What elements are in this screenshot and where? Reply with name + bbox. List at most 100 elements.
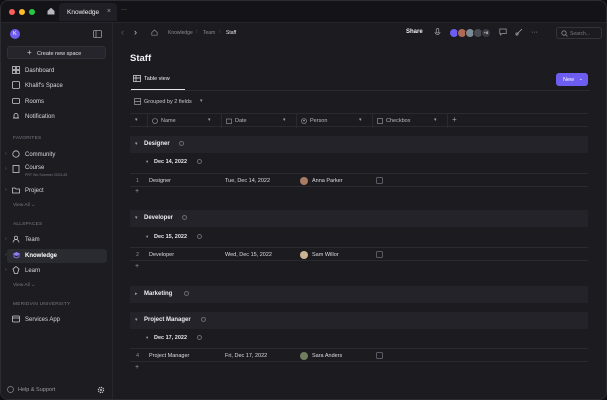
- table-row[interactable]: 1 Designer Tue, Dec 14, 2022 Anna Parker: [130, 173, 588, 187]
- avatar-count-badge[interactable]: +8: [481, 28, 491, 38]
- close-icon[interactable]: ×: [107, 8, 111, 15]
- sidebar-item-label: Knowledge: [25, 253, 58, 259]
- help-support-link[interactable]: Help & Support: [7, 385, 87, 395]
- chevron-right-icon[interactable]: ›: [5, 267, 7, 273]
- sidebar-item-knowledge[interactable]: › Knowledge: [5, 249, 107, 263]
- row-checkbox[interactable]: [376, 352, 383, 359]
- row-number: 1: [136, 178, 140, 184]
- home-icon[interactable]: [46, 6, 56, 16]
- group-header-project-manager[interactable]: ▾ Project Manager: [130, 312, 588, 329]
- more-icon[interactable]: ···: [530, 28, 539, 37]
- top-bar: ‹ › Knowledge / Team / Staff Share +8 ··…: [113, 23, 606, 43]
- info-icon: [178, 215, 187, 221]
- new-button[interactable]: New ⌄: [556, 73, 588, 86]
- cell-person[interactable]: Sara Anders: [312, 353, 342, 359]
- sidebar-item-sublabel: PRT Wo Summer 2023-45: [25, 173, 68, 177]
- grouped-by-dropdown[interactable]: Grouped by 2 fields ▾: [130, 95, 210, 108]
- row-checkbox[interactable]: [376, 251, 383, 258]
- subgroup-header[interactable]: ▾ Dec 17, 2022: [130, 331, 588, 345]
- column-header-date[interactable]: Date ▾: [221, 114, 296, 128]
- workspace-avatar[interactable]: K: [10, 29, 20, 39]
- allspaces-heading: ALLSPACES: [13, 222, 43, 227]
- sidebar-item-services-app[interactable]: Services App: [7, 313, 107, 327]
- cell-date[interactable]: Fri, Dec 17, 2022: [225, 353, 267, 359]
- chevron-right-icon[interactable]: ›: [5, 166, 7, 172]
- chevron-right-icon[interactable]: ›: [5, 236, 7, 242]
- select-all-chevron-icon[interactable]: ▾: [135, 117, 138, 123]
- more-icon[interactable]: ···: [121, 7, 127, 13]
- microphone-icon[interactable]: [433, 28, 442, 37]
- comment-icon[interactable]: [498, 28, 507, 37]
- row-checkbox[interactable]: [376, 177, 383, 184]
- close-window-button[interactable]: [9, 9, 15, 15]
- cell-person[interactable]: Sam Willor: [312, 252, 339, 258]
- divider: [130, 90, 590, 91]
- group-icon: [134, 98, 141, 107]
- table-row[interactable]: 2 Developer Wed, Dec 15, 2022 Sam Willor: [130, 247, 588, 261]
- chevron-right-icon[interactable]: ›: [5, 252, 7, 258]
- add-column-button[interactable]: +: [452, 115, 457, 124]
- sidebar-item-course[interactable]: › Course PRT Wo Summer 2023-45: [5, 163, 107, 180]
- group-title: Marketing: [144, 291, 173, 297]
- cell-person[interactable]: Anna Parker: [312, 178, 343, 184]
- breadcrumb-knowledge[interactable]: Knowledge: [168, 30, 193, 36]
- cell-date[interactable]: Tue, Dec 14, 2022: [225, 178, 270, 184]
- subgroup-header[interactable]: ▾ Dec 14, 2022: [130, 155, 588, 169]
- chevron-down-icon: ▾: [135, 215, 138, 221]
- minimize-window-button[interactable]: [19, 9, 25, 15]
- add-row-button[interactable]: +: [135, 188, 139, 195]
- home-icon[interactable]: [151, 29, 158, 38]
- column-header-name[interactable]: Name ▾: [147, 114, 221, 128]
- tab-knowledge[interactable]: Knowledge ×: [59, 3, 117, 21]
- collapse-sidebar-icon[interactable]: [93, 30, 102, 40]
- sidebar-item-rooms[interactable]: Rooms: [7, 95, 107, 109]
- cell-name[interactable]: Developer: [149, 252, 174, 258]
- chevron-right-icon[interactable]: ›: [5, 187, 7, 193]
- cell-name[interactable]: Designer: [149, 178, 171, 184]
- breadcrumb-team[interactable]: Team: [203, 30, 215, 36]
- course-icon: [11, 165, 21, 175]
- sidebar-item-learn[interactable]: › Learn: [5, 264, 107, 278]
- maximize-window-button[interactable]: [29, 9, 35, 15]
- info-icon: [175, 141, 184, 147]
- settings-gear-icon[interactable]: [97, 386, 105, 396]
- chevron-down-icon: ▾: [135, 141, 138, 147]
- back-arrow-icon[interactable]: ‹: [121, 27, 124, 37]
- group-header-marketing[interactable]: ▸ Marketing: [130, 286, 588, 303]
- cell-date[interactable]: Wed, Dec 15, 2022: [225, 252, 272, 258]
- row-number: 4: [136, 353, 140, 359]
- add-row-button[interactable]: +: [135, 364, 139, 371]
- view-all-favorites-link[interactable]: View All ⌄: [13, 203, 35, 208]
- caret-down-icon: ▾: [434, 117, 437, 123]
- chevron-down-icon: ▾: [146, 234, 149, 239]
- add-row-button[interactable]: +: [135, 263, 139, 270]
- group-header-designer[interactable]: ▾ Designer: [130, 136, 588, 153]
- link-icon[interactable]: [514, 28, 523, 37]
- sidebar-item-dashboard[interactable]: Dashboard: [7, 64, 107, 78]
- chevron-down-icon: ▾: [135, 317, 138, 323]
- meridian-heading: MERIDIAN UNIVERSITY: [13, 302, 71, 307]
- table-row[interactable]: 4 Project Manager Fri, Dec 17, 2022 Sara…: [130, 348, 588, 362]
- checkbox-icon: [377, 118, 383, 126]
- group-header-developer[interactable]: ▾ Developer: [130, 210, 588, 227]
- cell-name[interactable]: Project Manager: [149, 353, 189, 359]
- forward-arrow-icon[interactable]: ›: [134, 27, 137, 37]
- avatar: [300, 351, 308, 360]
- search-input[interactable]: Search...: [556, 27, 602, 39]
- breadcrumb-staff: Staff: [226, 30, 237, 36]
- sidebar-item-label: Notification: [25, 114, 55, 120]
- share-button[interactable]: Share: [406, 29, 423, 35]
- column-header-person[interactable]: Person ▾: [296, 114, 372, 128]
- sidebar-item-project[interactable]: › Project: [5, 184, 107, 198]
- sidebar-item-team[interactable]: › Team: [5, 233, 107, 247]
- row-number: 2: [136, 252, 140, 258]
- sidebar-item-khalifs-space[interactable]: Khalif's Space: [7, 79, 107, 93]
- view-all-allspaces-link[interactable]: View All ⌄: [13, 283, 35, 288]
- sidebar-item-community[interactable]: › Community: [5, 148, 107, 162]
- chevron-right-icon[interactable]: ›: [5, 151, 7, 157]
- subgroup-header[interactable]: ▾ Dec 15, 2022: [130, 230, 588, 244]
- sidebar-item-notification[interactable]: Notification: [7, 110, 107, 124]
- sidebar-item-label: Team: [25, 237, 40, 243]
- column-header-checkbox[interactable]: Checkbox ▾: [372, 114, 447, 128]
- create-new-space-button[interactable]: + Create new space: [7, 46, 106, 59]
